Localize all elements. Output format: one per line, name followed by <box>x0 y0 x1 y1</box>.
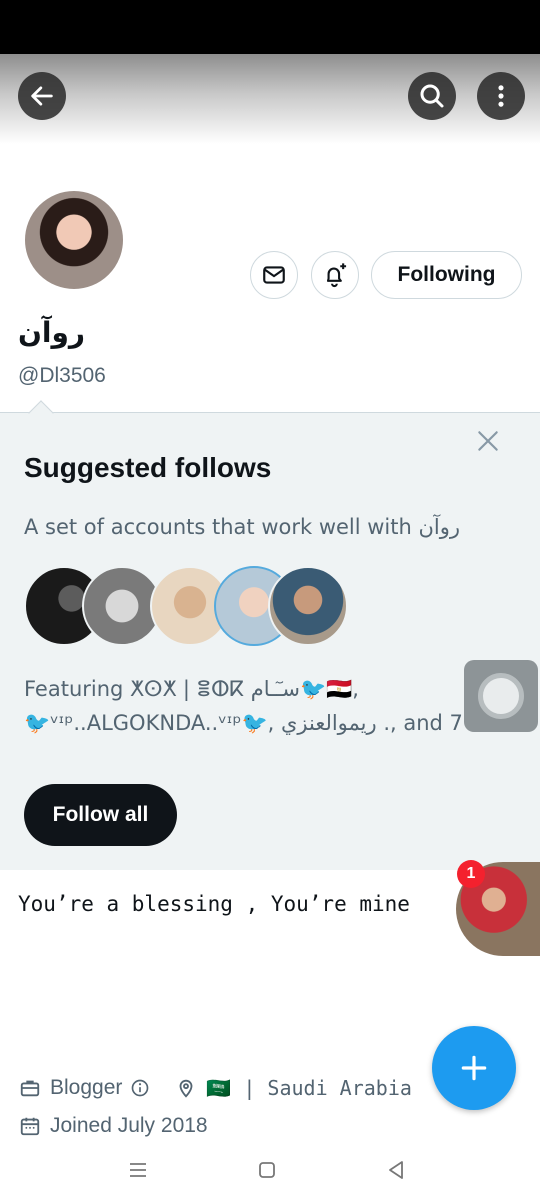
triangle-back-icon <box>389 1161 403 1179</box>
back-button[interactable] <box>18 72 66 120</box>
system-back-button[interactable] <box>382 1156 410 1184</box>
suggested-title: Suggested follows <box>24 452 272 483</box>
featuring-line: 🐦ᵛᶦᵖ..ALGOKNDA..ᵛᶦᵖ🐦, ريموالعنزي ., and … <box>24 711 463 735</box>
search-button[interactable] <box>408 72 456 120</box>
following-button[interactable]: Following <box>371 251 522 299</box>
message-button[interactable] <box>250 251 298 299</box>
briefcase-icon <box>18 1076 42 1100</box>
location-label: 🇸🇦 | Saudi Arabia <box>206 1076 412 1100</box>
profile-info-row: Joined July 2018 <box>18 1112 208 1140</box>
calendar-icon <box>18 1114 42 1138</box>
profession-label: Blogger <box>50 1076 123 1099</box>
plus-icon <box>461 1055 487 1081</box>
info-icon[interactable] <box>128 1076 152 1100</box>
circle-icon <box>478 673 524 719</box>
profile-avatar[interactable] <box>22 188 126 292</box>
suggested-avatar[interactable] <box>268 566 348 646</box>
user-handle: @Dl3506 <box>18 364 106 387</box>
floating-assistive-button[interactable] <box>464 660 538 732</box>
home-button[interactable] <box>253 1156 281 1184</box>
display-name: روآن <box>18 316 86 349</box>
search-icon <box>420 84 444 108</box>
notification-badge: 1 <box>457 860 485 888</box>
profile-info-row: Blogger 🇸🇦 | Saudi Arabia <box>18 1074 412 1102</box>
notifications-button[interactable] <box>311 251 359 299</box>
follow-all-button[interactable]: Follow all <box>24 784 177 846</box>
location-pin-icon <box>174 1076 198 1100</box>
compose-button[interactable] <box>432 1026 516 1110</box>
close-icon[interactable] <box>474 428 502 456</box>
joined-date: Joined July 2018 <box>50 1114 208 1137</box>
menu-icon <box>130 1163 146 1177</box>
featuring-text: Featuring ⵅⵙⵅ | ⴻⵀⴽ سـٓـام🐦🇪🇬, 🐦ᵛᶦᵖ..ALG… <box>24 672 470 740</box>
arrow-left-icon <box>31 86 53 106</box>
suggested-description: A set of accounts that work well with رو… <box>24 515 461 539</box>
recent-apps-button[interactable] <box>124 1156 152 1184</box>
more-vertical-icon <box>498 85 504 107</box>
featuring-line: Featuring ⵅⵙⵅ | ⴻⵀⴽ سـٓـام🐦🇪🇬, <box>24 677 359 701</box>
more-options-button[interactable] <box>477 72 525 120</box>
status-bar <box>0 0 540 54</box>
bell-plus-icon <box>326 263 347 288</box>
profile-banner <box>0 54 540 144</box>
square-icon <box>259 1162 275 1178</box>
envelope-icon <box>263 266 285 284</box>
suggested-avatars <box>24 566 354 646</box>
profile-bio: You’re a blessing , You’re mine <box>18 892 410 916</box>
